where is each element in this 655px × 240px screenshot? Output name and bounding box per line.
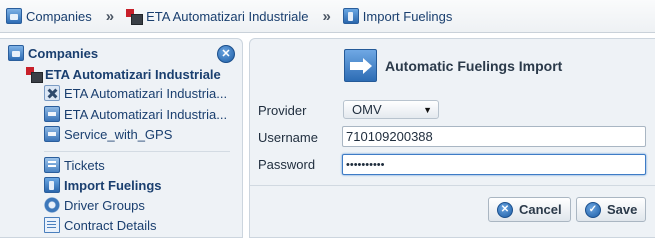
tree-company-label: ETA Automatizari Industriale	[45, 66, 221, 82]
phone-device-icon	[44, 126, 60, 142]
fuel-pump-icon	[44, 177, 60, 193]
username-label: Username	[258, 130, 318, 145]
password-input[interactable]: ••••••••••	[342, 154, 646, 175]
sidebar: Companies ✕ ETA Automatizari Industriale…	[0, 38, 243, 238]
sidebar-item-service-gps[interactable]: Service_with_GPS	[44, 126, 172, 142]
companies-icon	[6, 8, 22, 24]
breadcrumb-separator: »	[322, 7, 331, 25]
dropdown-arrow-icon: ▼	[423, 104, 432, 115]
tickets-icon	[44, 157, 60, 173]
password-label: Password	[258, 157, 316, 172]
username-value: 710109200388	[346, 129, 433, 144]
cancel-label: Cancel	[519, 202, 562, 217]
close-icon[interactable]: ✕	[217, 45, 235, 63]
tree-company[interactable]: ETA Automatizari Industriale	[26, 66, 221, 83]
driver-groups-icon	[44, 197, 60, 213]
phone-device-icon	[44, 106, 60, 122]
provider-select[interactable]: OMV ▼	[343, 100, 439, 119]
breadcrumb: Companies » ETA Automatizari Industriale…	[0, 0, 655, 33]
breadcrumb-label: Companies	[26, 8, 92, 24]
sidebar-item-label: Driver Groups	[64, 197, 145, 213]
sidebar-item-label: Service_with_GPS	[64, 126, 173, 142]
cancel-icon: ✕	[497, 201, 513, 218]
company-flag-icon	[126, 8, 144, 25]
password-value: ••••••••••	[346, 158, 385, 171]
breadcrumb-label: ETA Automatizari Industriale	[146, 8, 309, 24]
sidebar-item-import-fuelings[interactable]: Import Fuelings	[44, 177, 162, 193]
companies-icon	[8, 45, 24, 61]
tools-icon	[44, 85, 60, 101]
fuel-pump-icon	[342, 8, 359, 24]
cancel-button[interactable]: ✕ Cancel	[488, 197, 571, 222]
document-icon	[44, 217, 60, 233]
provider-value: OMV	[352, 102, 382, 117]
sidebar-item-contract-details[interactable]: Contract Details	[44, 217, 156, 233]
tree-root-companies[interactable]: Companies	[8, 45, 98, 61]
breadcrumb-companies[interactable]: Companies	[6, 8, 92, 24]
sidebar-item-label: ETA Automatizari Industria...	[64, 106, 228, 122]
company-flag-icon	[26, 66, 43, 83]
breadcrumb-separator: »	[105, 7, 115, 25]
sidebar-item-label: ETA Automatizari Industria...	[64, 85, 228, 101]
sidebar-item-label: Contract Details	[64, 217, 157, 233]
breadcrumb-label: Import Fuelings	[362, 8, 453, 24]
sidebar-item-label: Tickets	[64, 157, 105, 173]
form-divider	[250, 185, 655, 186]
import-arrow-icon	[344, 49, 377, 82]
breadcrumb-company[interactable]: ETA Automatizari Industriale	[126, 8, 309, 25]
sidebar-item-label: Import Fuelings	[64, 177, 162, 193]
sidebar-item-driver-groups[interactable]: Driver Groups	[44, 197, 145, 213]
username-input[interactable]: 710109200388	[342, 126, 646, 147]
sidebar-item-eta-tools[interactable]: ETA Automatizari Industria...	[44, 85, 227, 101]
save-button[interactable]: ✓ Save	[576, 197, 647, 222]
breadcrumb-import-fuelings[interactable]: Import Fuelings	[342, 8, 453, 24]
panel-title: Automatic Fuelings Import	[385, 58, 563, 74]
sidebar-item-eta-device[interactable]: ETA Automatizari Industria...	[44, 106, 227, 122]
sidebar-item-tickets[interactable]: Tickets	[44, 157, 105, 173]
sidebar-divider	[44, 151, 230, 152]
checkmark-icon: ✓	[585, 201, 601, 218]
provider-label: Provider	[258, 103, 307, 118]
tree-root-label: Companies	[28, 45, 99, 61]
import-form-panel: Automatic Fuelings Import Provider OMV ▼…	[249, 38, 655, 238]
save-label: Save	[607, 202, 638, 217]
